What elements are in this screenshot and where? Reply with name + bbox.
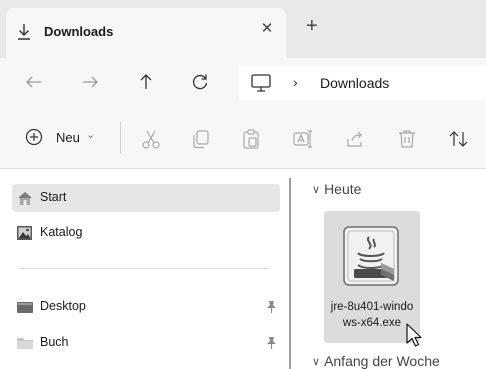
sidebar-item-start[interactable]: Start [12, 184, 280, 212]
sidebar-item-label: Katalog [40, 225, 83, 239]
home-icon [18, 192, 32, 205]
group-header-label: Heute [324, 181, 362, 197]
tab-bar: Downloads ✕ + [0, 0, 486, 60]
command-bar: Neu ⌄ [0, 108, 486, 169]
sort-icon[interactable] [448, 128, 470, 150]
forward-arrow-icon[interactable] [76, 68, 104, 96]
this-pc-icon[interactable] [250, 73, 272, 93]
chevron-down-icon: ⌄ [86, 129, 96, 141]
pin-icon[interactable] [264, 335, 278, 351]
breadcrumb-separator: › [293, 74, 298, 90]
desktop-folder-icon [17, 302, 33, 313]
chevron-down-icon: ∨ [312, 184, 321, 196]
address-bar[interactable]: › Downloads [238, 66, 486, 100]
pane-splitter[interactable] [289, 178, 291, 369]
tab-title: Downloads [44, 24, 114, 39]
file-name: jre-8u401-windows-x64.exe [330, 301, 414, 329]
share-icon[interactable] [344, 128, 366, 150]
file-view: ∨ Heute jre-8u401-windows-x64.exe ∨ Anfang… [292, 169, 486, 369]
group-header-anfang-der-woche[interactable]: ∨ Anfang der Woche [312, 353, 440, 369]
group-header-label: Anfang der Woche [324, 353, 440, 369]
tab-close-button[interactable]: ✕ [258, 19, 276, 37]
gallery-icon [17, 226, 32, 240]
sidebar-item-desktop[interactable]: Desktop [12, 293, 280, 321]
sidebar-item-label: Start [40, 190, 67, 204]
sidebar-item-label: Desktop [40, 299, 86, 313]
navigation-pane: Start Katalog Desktop Buch [0, 169, 286, 369]
sidebar-divider [18, 268, 270, 269]
tab-downloads[interactable]: Downloads ✕ [6, 8, 286, 60]
up-arrow-icon[interactable] [132, 68, 160, 96]
pin-icon[interactable] [264, 299, 278, 315]
download-icon [18, 24, 30, 40]
group-header-heute[interactable]: ∨ Heute [312, 181, 361, 197]
folder-icon [17, 338, 33, 349]
copy-icon[interactable] [190, 128, 212, 150]
breadcrumb-downloads[interactable]: Downloads [320, 75, 389, 91]
new-tab-button[interactable]: + [306, 16, 318, 36]
plus-circle-icon [25, 128, 43, 146]
sidebar-item-katalog[interactable]: Katalog [12, 219, 280, 247]
new-button-label: Neu [56, 130, 80, 145]
delete-icon[interactable] [396, 128, 418, 150]
rename-icon[interactable] [292, 128, 314, 150]
sidebar-item-label: Buch [40, 335, 69, 349]
navigation-bar: › Downloads [0, 58, 486, 108]
java-installer-icon [343, 226, 399, 286]
back-arrow-icon[interactable] [20, 68, 48, 96]
cut-icon[interactable] [140, 128, 162, 150]
command-bar-divider [120, 122, 121, 154]
chevron-down-icon: ∨ [312, 356, 321, 368]
refresh-icon[interactable] [186, 68, 214, 96]
mouse-pointer-icon [406, 323, 422, 347]
paste-icon[interactable] [240, 128, 262, 150]
sidebar-item-buch[interactable]: Buch [12, 329, 280, 357]
